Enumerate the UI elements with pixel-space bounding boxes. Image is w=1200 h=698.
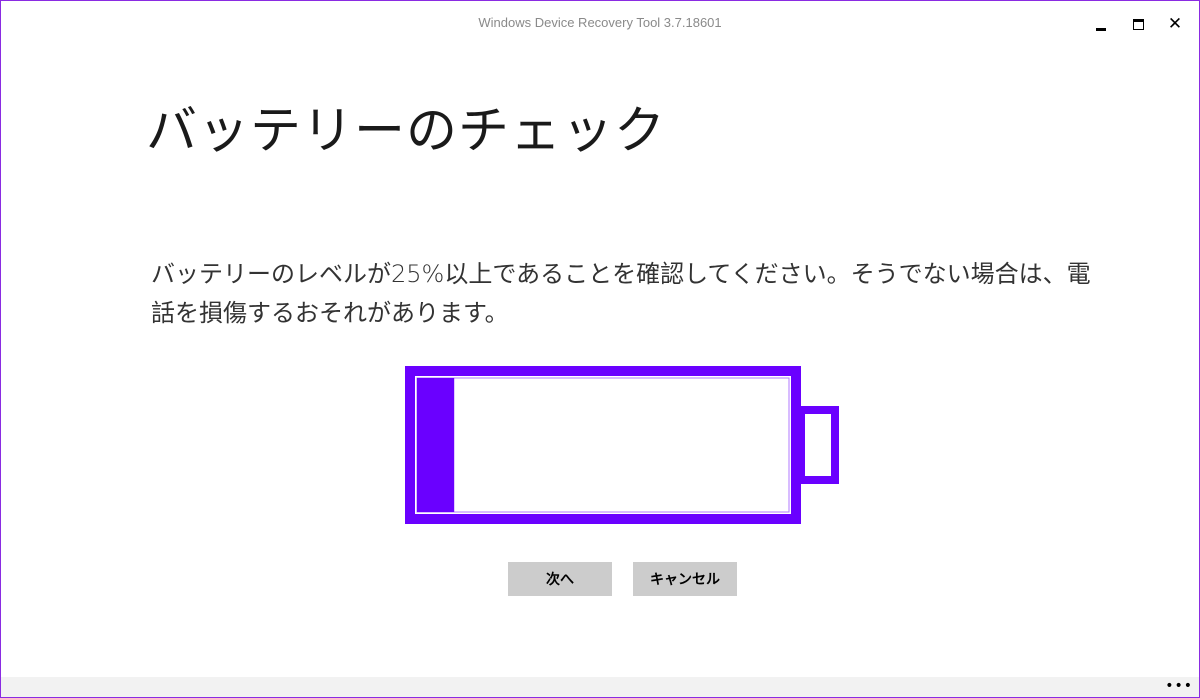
app-window: Windows Device Recovery Tool 3.7.18601 ✕… bbox=[0, 0, 1200, 698]
battery-level-fill bbox=[417, 378, 455, 512]
window-title: Windows Device Recovery Tool 3.7.18601 bbox=[478, 15, 722, 30]
cancel-button[interactable]: キャンセル bbox=[633, 562, 737, 596]
battery-icon bbox=[405, 366, 841, 524]
more-options-icon[interactable]: ••• bbox=[1165, 678, 1193, 694]
minimize-icon bbox=[1096, 27, 1106, 31]
close-icon: ✕ bbox=[1167, 13, 1183, 34]
battery-terminal bbox=[797, 406, 839, 484]
maximize-icon bbox=[1132, 18, 1144, 30]
page-title: バッテリーのチェック bbox=[146, 102, 667, 161]
title-bar[interactable]: Windows Device Recovery Tool 3.7.18601 ✕ bbox=[1, 1, 1199, 45]
app-bar: ••• bbox=[1, 677, 1199, 697]
close-button[interactable]: ✕ bbox=[1157, 9, 1193, 39]
battery-body bbox=[405, 366, 801, 524]
battery-warning-message: バッテリーのレベルが25%以上であることを確認してください。そうでない場合は、電… bbox=[151, 260, 1091, 327]
minimize-button[interactable] bbox=[1083, 9, 1119, 39]
maximize-button[interactable] bbox=[1120, 9, 1156, 39]
next-button[interactable]: 次へ bbox=[508, 562, 612, 596]
